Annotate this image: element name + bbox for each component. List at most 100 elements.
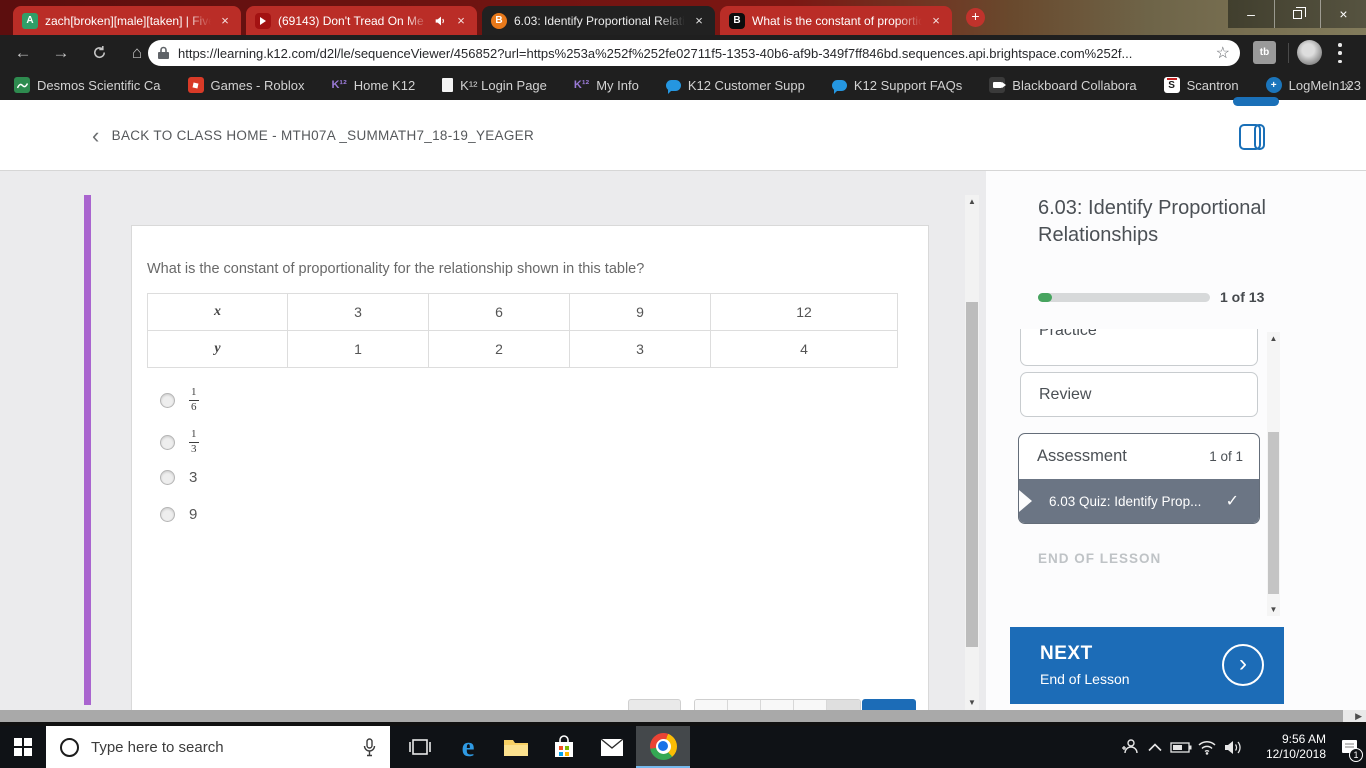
bookmark-item-9[interactable]: S Scantron — [1163, 77, 1239, 93]
address-bar[interactable]: https://learning.k12.com/d2l/le/sequence… — [148, 40, 1240, 66]
close-button[interactable]: × — [1320, 0, 1366, 28]
scroll-down-arrow[interactable]: ▼ — [965, 696, 979, 710]
practice-label: Practice — [1039, 329, 1097, 339]
taskbar-clock[interactable]: 9:56 AM 12/10/2018 — [1254, 732, 1326, 762]
sidebar-scrollbar-thumb[interactable] — [1268, 432, 1279, 594]
task-view-icon — [409, 739, 431, 755]
pagination-pages[interactable] — [694, 699, 861, 710]
tab-title: (69143) Don't Tread On Me – — [278, 13, 428, 28]
chrome-button[interactable] — [636, 726, 690, 768]
sidebar-scroll-down-arrow[interactable]: ▼ — [1267, 603, 1280, 616]
bookmark-item-1[interactable]: Desmos Scientific Ca — [14, 77, 161, 93]
question-content-area: What is the constant of proportionality … — [0, 171, 986, 710]
sidebar-scrollbar[interactable]: ▲ ▼ — [1267, 332, 1280, 616]
battery-icon[interactable] — [1168, 726, 1194, 768]
back-to-class-link[interactable]: ‹ BACK TO CLASS HOME - MTH07A _SUMMATH7_… — [92, 124, 534, 146]
answer-option-1[interactable]: 16 — [160, 384, 199, 416]
reload-button[interactable] — [84, 38, 114, 68]
bookmark-item-6[interactable]: K12 Customer Supp — [665, 77, 805, 94]
end-of-lesson-label: END OF LESSON — [1038, 551, 1162, 566]
pagination-prev-button[interactable] — [628, 699, 681, 710]
browser-tab-1[interactable]: Azach[broken][male][taken] | Five I × — [13, 6, 241, 35]
camera-icon — [989, 77, 1006, 93]
browser-tab-2[interactable]: (69143) Don't Tread On Me – × — [246, 6, 477, 35]
radio-button[interactable] — [160, 434, 175, 450]
lesson-title: 6.03: Identify Proportional Relationship… — [1038, 197, 1266, 246]
quiz-item-current[interactable]: 6.03 Quiz: Identify Prop... ✓ — [1019, 479, 1259, 523]
edge-button[interactable]: e — [444, 726, 492, 768]
outline-item-practice[interactable]: Practice — [1020, 329, 1258, 366]
table-cell: 2 — [428, 330, 570, 368]
tab-close-button[interactable]: × — [692, 13, 706, 28]
logmein-icon: + — [1265, 77, 1282, 93]
forward-button[interactable]: → — [46, 38, 76, 68]
tab-close-button[interactable]: × — [454, 13, 468, 28]
browser-tab-3[interactable]: B 6.03: Identify Proportional Relatio × — [482, 6, 715, 35]
radio-button[interactable] — [160, 469, 175, 485]
browser-menu-button[interactable] — [1338, 43, 1342, 63]
people-tray-icon[interactable] — [1116, 726, 1142, 768]
scroll-up-arrow[interactable]: ▲ — [965, 195, 979, 209]
taskbar-search[interactable] — [46, 726, 390, 768]
answer-option-3[interactable]: 3 — [160, 468, 199, 486]
windows-logo-icon — [14, 738, 32, 756]
volume-icon[interactable] — [1220, 726, 1246, 768]
bookmarks-overflow-chevron[interactable]: » — [1344, 77, 1352, 93]
review-label: Review — [1039, 385, 1092, 403]
k12-icon: K¹² — [573, 79, 590, 91]
bookmark-item-2[interactable]: Games - Roblox — [187, 77, 304, 93]
sidebar-toggle-button[interactable] — [1239, 124, 1265, 150]
back-button[interactable]: ← — [8, 38, 38, 68]
radio-button[interactable] — [160, 506, 175, 522]
bookmark-item-4[interactable]: K¹² Login Page — [442, 78, 547, 93]
store-icon — [555, 735, 573, 757]
profile-avatar[interactable] — [1297, 40, 1322, 65]
content-scrollbar[interactable]: ▲ ▼ — [965, 195, 979, 710]
mail-icon — [600, 737, 624, 756]
extension-tb-icon[interactable]: tb — [1253, 41, 1276, 64]
start-button[interactable] — [0, 726, 46, 768]
next-button[interactable]: NEXT End of Lesson › — [1010, 627, 1284, 704]
scroll-right-arrow[interactable]: ▶ — [1355, 710, 1362, 722]
new-tab-button[interactable]: + — [966, 8, 985, 27]
minimize-button[interactable]: – — [1228, 0, 1274, 28]
outline-item-assessment[interactable]: Assessment 1 of 1 6.03 Quiz: Identify Pr… — [1018, 433, 1260, 524]
bookmark-label: Desmos Scientific Ca — [37, 77, 161, 93]
chat-bubble-icon — [831, 79, 847, 94]
horizontal-scrollbar-thumb[interactable] — [0, 710, 1343, 722]
brightspace-favicon: B — [491, 12, 507, 29]
tray-overflow-chevron[interactable] — [1142, 726, 1168, 768]
bookmark-item-7[interactable]: K12 Support FAQs — [831, 78, 962, 94]
store-button[interactable] — [540, 726, 588, 768]
lesson-sidebar: 6.03: Identify Proportional Relationship… — [986, 171, 1366, 710]
content-scrollbar-thumb[interactable] — [966, 302, 978, 647]
bookmark-item-8[interactable]: Blackboard Collabora — [989, 77, 1137, 93]
action-center-button[interactable]: 1 — [1332, 726, 1366, 768]
tab-close-button[interactable]: × — [929, 13, 943, 28]
horizontal-scrollbar[interactable]: ▶ — [0, 710, 1366, 722]
mail-button[interactable] — [588, 726, 636, 768]
wifi-icon[interactable] — [1194, 726, 1220, 768]
sidebar-scroll-up-arrow[interactable]: ▲ — [1267, 332, 1280, 345]
bookmark-item-3[interactable]: K¹² Home K12 — [331, 78, 415, 93]
search-input[interactable] — [91, 738, 351, 756]
bookmark-label: K12 Customer Supp — [687, 77, 805, 93]
radio-button[interactable] — [160, 392, 175, 408]
lesson-outline-panel: Practice Review Assessment 1 of 1 6.03 Q… — [986, 329, 1366, 621]
option-fraction: 13 — [189, 428, 199, 455]
tab-close-button[interactable]: × — [218, 13, 232, 28]
browser-tab-4[interactable]: B What is the constant of proportio × — [720, 6, 952, 35]
task-view-button[interactable] — [396, 726, 444, 768]
microphone-icon — [363, 737, 376, 756]
assessment-label: Assessment — [1037, 447, 1127, 465]
outline-item-review[interactable]: Review — [1020, 372, 1258, 417]
bookmark-item-5[interactable]: K¹² My Info — [574, 78, 639, 93]
answer-option-2[interactable]: 13 — [160, 426, 199, 458]
restore-button[interactable] — [1274, 0, 1320, 28]
bookmark-star-icon[interactable]: ☆ — [1216, 43, 1230, 63]
table-header-x: x — [147, 293, 288, 331]
answer-option-4[interactable]: 9 — [160, 505, 199, 523]
chat-bubble-icon — [665, 79, 681, 94]
file-explorer-button[interactable] — [492, 726, 540, 768]
pagination-next-button[interactable] — [862, 699, 916, 710]
